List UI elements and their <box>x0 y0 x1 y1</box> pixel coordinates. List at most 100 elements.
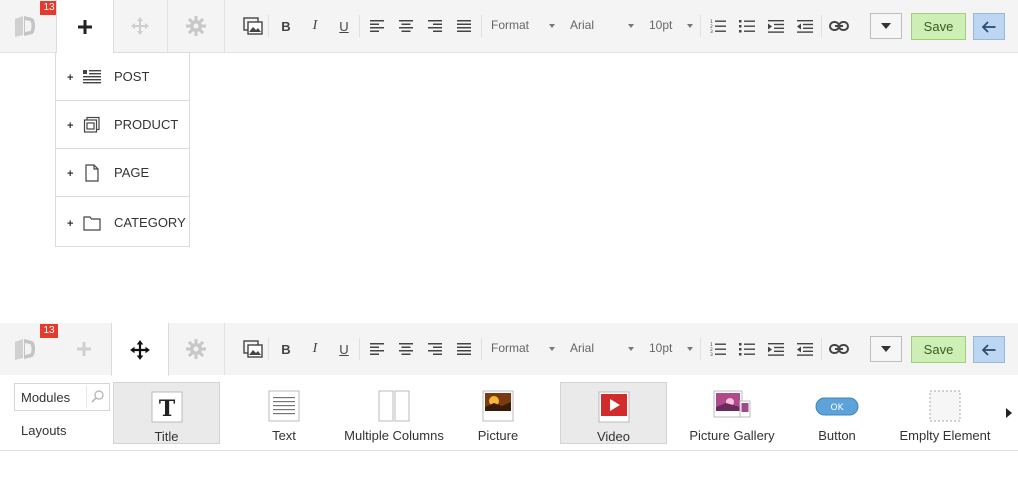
ordered-list-icon[interactable]: 123 <box>707 338 729 360</box>
module-text[interactable]: Text <box>232 382 336 444</box>
svg-text:3: 3 <box>710 352 713 356</box>
tab-move[interactable] <box>111 323 169 376</box>
link-icon[interactable] <box>828 15 850 37</box>
font-label: Arial <box>570 341 595 355</box>
tab-move[interactable] <box>112 0 168 52</box>
modules-panel: Modules Layouts T Title Text Multiple Co… <box>0 375 1018 451</box>
italic-icon[interactable]: I <box>304 338 326 360</box>
module-empty-element[interactable]: Emplty Element <box>892 382 998 444</box>
divider <box>359 338 360 360</box>
module-label: Title <box>154 429 179 444</box>
align-justify-icon[interactable] <box>453 15 475 37</box>
tab-add[interactable] <box>56 0 114 53</box>
more-options-button[interactable] <box>870 13 902 39</box>
indent-icon[interactable] <box>765 15 787 37</box>
layouts-link[interactable]: Layouts <box>21 423 67 438</box>
button-sample-text: OK <box>831 403 845 413</box>
editor-toolbar-top: 13 B I U Format Arial 10pt 123 Save <box>0 0 1018 53</box>
menu-item-page[interactable]: + PAGE <box>56 149 189 197</box>
font-label: Arial <box>570 18 595 32</box>
back-button[interactable] <box>973 336 1005 363</box>
underline-icon[interactable]: U <box>333 15 355 37</box>
font-size-dropdown[interactable]: 10pt <box>649 341 693 357</box>
module-button[interactable]: OK Button <box>793 382 881 444</box>
menu-item-post[interactable]: + POST <box>56 53 189 101</box>
search-icon[interactable] <box>86 386 109 408</box>
italic-icon[interactable]: I <box>304 15 326 37</box>
divider <box>821 338 822 360</box>
menu-item-product[interactable]: + PRODUCT <box>56 101 189 149</box>
category-icon <box>83 216 101 231</box>
divider <box>268 338 269 360</box>
module-multiple-columns[interactable]: Multiple Columns <box>340 382 448 444</box>
caret-down-icon <box>881 346 891 352</box>
chevron-down-icon <box>549 24 555 28</box>
svg-text:T: T <box>158 396 175 422</box>
align-justify-icon[interactable] <box>453 338 475 360</box>
outdent-icon[interactable] <box>794 15 816 37</box>
menu-item-label: POST <box>114 69 150 84</box>
align-center-icon[interactable] <box>395 338 417 360</box>
divider <box>481 338 482 360</box>
tab-settings[interactable] <box>168 0 224 52</box>
format-label: Format <box>491 18 530 32</box>
modules-scroll-right-button[interactable] <box>1000 382 1018 444</box>
format-label: Format <box>491 341 530 355</box>
align-right-icon[interactable] <box>424 15 446 37</box>
align-left-icon[interactable] <box>366 15 388 37</box>
post-icon <box>83 70 101 84</box>
editor-toolbar-bottom: 13 B I U Format Arial 10pt 123 Save <box>0 323 1018 376</box>
module-picture[interactable]: Picture <box>452 382 544 444</box>
align-left-icon[interactable] <box>366 338 388 360</box>
search-value: Modules <box>21 390 71 405</box>
ordered-list-icon[interactable]: 123 <box>707 15 729 37</box>
chevron-down-icon <box>628 24 634 28</box>
divider <box>224 323 225 375</box>
module-title[interactable]: T Title <box>113 382 220 444</box>
module-picture-gallery[interactable]: Picture Gallery <box>678 382 786 444</box>
unordered-list-icon[interactable] <box>736 338 758 360</box>
gear-icon <box>186 339 206 359</box>
back-button[interactable] <box>973 13 1005 40</box>
tab-add[interactable] <box>56 323 112 375</box>
divider <box>821 15 822 37</box>
outdent-icon[interactable] <box>794 338 816 360</box>
chevron-down-icon <box>687 347 693 351</box>
module-video[interactable]: Video <box>560 382 667 444</box>
font-size-dropdown[interactable]: 10pt <box>649 18 693 34</box>
arrow-right-icon <box>1006 408 1012 418</box>
unordered-list-icon[interactable] <box>736 15 758 37</box>
menu-item-label: PAGE <box>114 165 150 180</box>
font-dropdown[interactable]: Arial <box>570 18 634 34</box>
empty-element-icon <box>929 390 961 422</box>
more-options-button[interactable] <box>870 336 902 362</box>
indent-icon[interactable] <box>765 338 787 360</box>
modules-search-input[interactable]: Modules <box>14 383 110 411</box>
bold-icon[interactable]: B <box>275 338 297 360</box>
link-icon[interactable] <box>828 338 850 360</box>
insert-image-icon[interactable] <box>242 338 264 360</box>
arrow-left-icon <box>982 20 996 33</box>
divider <box>268 15 269 37</box>
plus-icon <box>78 19 92 34</box>
save-button[interactable]: Save <box>911 336 966 363</box>
underline-icon[interactable]: U <box>333 338 355 360</box>
plus-small-icon: + <box>67 120 74 132</box>
bold-icon[interactable]: B <box>275 15 297 37</box>
add-content-menu: + POST + PRODUCT + PAGE + CATEGORY <box>55 52 190 247</box>
insert-image-icon[interactable] <box>242 15 264 37</box>
chevron-down-icon <box>628 347 634 351</box>
format-dropdown[interactable]: Format <box>491 18 555 34</box>
tab-settings[interactable] <box>168 323 224 375</box>
format-dropdown[interactable]: Format <box>491 341 555 357</box>
save-button[interactable]: Save <box>911 13 966 40</box>
menu-item-category[interactable]: + CATEGORY <box>56 199 189 247</box>
module-label: Picture <box>477 428 519 443</box>
plus-small-icon: + <box>67 72 74 84</box>
align-center-icon[interactable] <box>395 15 417 37</box>
align-right-icon[interactable] <box>424 338 446 360</box>
divider <box>481 15 482 37</box>
module-label: Picture Gallery <box>689 428 775 443</box>
font-dropdown[interactable]: Arial <box>570 341 634 357</box>
video-icon <box>598 391 629 423</box>
